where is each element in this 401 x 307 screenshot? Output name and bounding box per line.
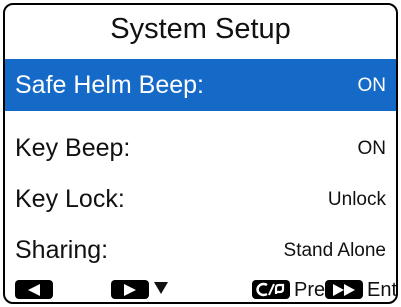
menu-item-safe-helm-beep[interactable]: Safe Helm Beep: ON <box>5 59 396 111</box>
softkey-enter-label: Ent <box>367 278 398 301</box>
device-screen: System Setup Safe Helm Beep: ON Key Beep… <box>3 3 398 304</box>
softkey-enter[interactable]: Ent <box>325 275 398 302</box>
softkey-prev[interactable]: Prev <box>252 275 335 302</box>
menu-item-key-beep[interactable]: Key Beep: ON <box>5 122 396 174</box>
menu-item-label: Key Beep: <box>15 134 131 162</box>
menu-item-value: ON <box>357 138 387 159</box>
menu-item-value: ON <box>357 75 387 96</box>
left-arrow-key-icon <box>15 280 53 299</box>
menu-item-sharing[interactable]: Sharing: Stand Alone <box>5 224 396 276</box>
softkey-bar: Prev Ent <box>5 275 398 302</box>
softkey-right-down[interactable] <box>111 275 168 302</box>
right-arrow-key-icon <box>111 280 149 299</box>
fast-forward-key-icon <box>325 280 363 299</box>
down-arrow-icon <box>154 280 168 299</box>
clear-key-icon <box>252 280 290 299</box>
menu-item-key-lock[interactable]: Key Lock: Unlock <box>5 173 396 225</box>
menu-item-value: Unlock <box>327 189 386 210</box>
menu-item-label: Sharing: <box>15 236 109 264</box>
menu-item-label: Safe Helm Beep: <box>15 71 204 99</box>
menu-item-label: Key Lock: <box>15 185 125 213</box>
menu-item-value: Stand Alone <box>283 240 386 261</box>
softkey-left[interactable] <box>15 275 53 302</box>
screen-title: System Setup <box>110 13 291 45</box>
